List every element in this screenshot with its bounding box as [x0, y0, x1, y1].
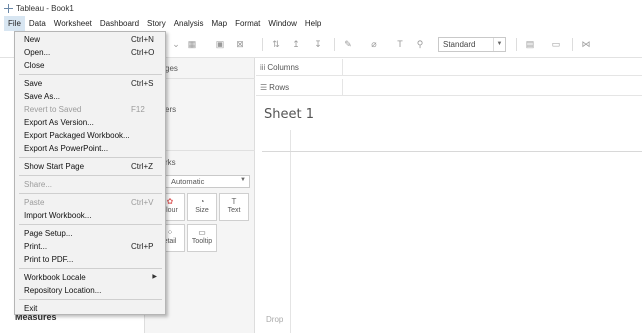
- menu-item-start-page[interactable]: Show Start Page Ctrl+Z: [15, 160, 165, 173]
- menu-separator: [19, 268, 162, 269]
- sort-descending-icon[interactable]: ↧: [312, 39, 324, 50]
- mark-type-select[interactable]: Automatic ▼: [160, 175, 250, 188]
- mark-type-value: Automatic: [171, 177, 205, 186]
- clear-sheet-icon[interactable]: ⊠: [234, 39, 246, 50]
- menu-item-revert: Revert to Saved F12: [24, 105, 145, 114]
- menu-analysis[interactable]: Analysis: [170, 16, 208, 31]
- toolbar-separator: [516, 38, 517, 51]
- label-marks-icon[interactable]: T: [394, 39, 406, 50]
- text-icon: T: [231, 197, 237, 206]
- fit-dropdown[interactable]: Standard ▼: [438, 37, 506, 52]
- menu-item-close[interactable]: Close: [15, 59, 165, 72]
- toolbar-separator: [262, 38, 263, 51]
- menu-bar: File Data Worksheet Dashboard Story Anal…: [0, 16, 642, 31]
- menu-story[interactable]: Story: [143, 16, 170, 31]
- menu-item-export-version[interactable]: Export As Version...: [15, 116, 165, 129]
- menu-separator: [19, 157, 162, 158]
- size-button[interactable]: ◔ Size: [187, 193, 217, 221]
- size-icon: ◔: [199, 197, 205, 206]
- sheet-canvas[interactable]: Sheet 1 Drop: [256, 100, 642, 333]
- menu-item-save[interactable]: Save Ctrl+S: [15, 77, 165, 90]
- text-button-label: Text: [227, 207, 241, 214]
- menu-worksheet[interactable]: Worksheet: [50, 16, 96, 31]
- menu-item-repository-location[interactable]: Repository Location...: [15, 284, 165, 297]
- menu-item-open[interactable]: Open... Ctrl+O: [15, 46, 165, 59]
- window-title: Tableau - Book1: [16, 3, 74, 13]
- menu-item-exit[interactable]: Exit: [15, 302, 165, 315]
- menu-window[interactable]: Window: [264, 16, 300, 31]
- chevron-down-icon: ▼: [493, 38, 505, 51]
- sheet-title: Sheet 1: [264, 107, 314, 122]
- tooltip-button[interactable]: ▭ Tooltip: [187, 224, 217, 252]
- menu-help[interactable]: Help: [301, 16, 325, 31]
- menu-file[interactable]: File: [4, 16, 25, 31]
- tooltip-icon: ▭: [198, 228, 206, 237]
- share-icon[interactable]: ⋈: [580, 39, 592, 50]
- menu-format[interactable]: Format: [231, 16, 264, 31]
- rows-shelf[interactable]: ☰ Rows: [256, 79, 642, 96]
- menu-dashboard[interactable]: Dashboard: [96, 16, 143, 31]
- menu-item-paste: Paste Ctrl+V: [24, 198, 154, 207]
- menu-item-export-packaged[interactable]: Export Packaged Workbook...: [15, 129, 165, 142]
- menu-separator: [19, 193, 162, 194]
- show-cards-icon[interactable]: ▤: [524, 39, 536, 50]
- title-bar: Tableau - Book1: [0, 0, 642, 16]
- menu-separator: [19, 224, 162, 225]
- presentation-icon[interactable]: ▭: [550, 39, 562, 50]
- rows-icon: ☰: [260, 83, 268, 92]
- menu-data[interactable]: Data: [25, 16, 50, 31]
- menu-separator: [19, 299, 162, 300]
- detail-icon: ⁘: [166, 228, 174, 237]
- swap-rows-columns-icon[interactable]: ⇅: [270, 39, 282, 50]
- menu-separator: [19, 74, 162, 75]
- duplicate-sheet-icon[interactable]: ▣: [214, 39, 226, 50]
- menu-separator: [19, 175, 162, 176]
- group-icon[interactable]: ⌀: [368, 39, 380, 50]
- menu-map[interactable]: Map: [208, 16, 232, 31]
- chevron-down-icon: ▼: [240, 177, 246, 183]
- columns-shelf-label: iii Columns: [256, 59, 343, 76]
- drop-field-hint: Drop: [266, 315, 284, 324]
- color-icon: ✿: [166, 197, 174, 206]
- text-button[interactable]: T Text: [219, 193, 249, 221]
- size-button-label: Size: [195, 207, 209, 214]
- menu-item-workbook-locale[interactable]: Workbook Locale ▶: [15, 271, 165, 284]
- file-menu-dropdown: New Ctrl+N Open... Ctrl+O Close Save Ctrl+S…: [14, 31, 166, 315]
- submenu-arrow-icon: ▶: [152, 274, 157, 280]
- chevron-down-icon[interactable]: ⌄: [170, 39, 182, 50]
- pin-icon[interactable]: ⚲: [414, 39, 426, 50]
- menu-item-share: Share...: [24, 180, 53, 189]
- menu-item-print[interactable]: Print... Ctrl+P: [15, 240, 165, 253]
- menu-item-print-pdf[interactable]: Print to PDF...: [15, 253, 165, 266]
- menu-item-import-workbook[interactable]: Import Workbook...: [15, 209, 165, 222]
- menu-item-page-setup[interactable]: Page Setup...: [15, 227, 165, 240]
- tableau-logo-icon: [4, 3, 13, 13]
- highlight-icon[interactable]: ✎: [342, 39, 354, 50]
- menu-item-export-powerpoint[interactable]: Export As PowerPoint...: [15, 142, 165, 155]
- sort-ascending-icon[interactable]: ↥: [290, 39, 302, 50]
- columns-shelf[interactable]: iii Columns: [256, 59, 642, 76]
- toolbar-separator: [334, 38, 335, 51]
- rows-shelf-label: ☰ Rows: [256, 79, 343, 96]
- tooltip-button-label: Tooltip: [191, 238, 213, 245]
- menu-item-save-as[interactable]: Save As...: [15, 90, 165, 103]
- columns-icon: iii: [260, 63, 266, 72]
- swap-icon[interactable]: ▦: [186, 39, 198, 50]
- menu-item-new[interactable]: New Ctrl+N: [15, 33, 165, 46]
- canvas-divider: [262, 151, 642, 152]
- canvas-divider: [290, 130, 291, 333]
- fit-dropdown-value: Standard: [443, 40, 476, 49]
- toolbar-separator: [572, 38, 573, 51]
